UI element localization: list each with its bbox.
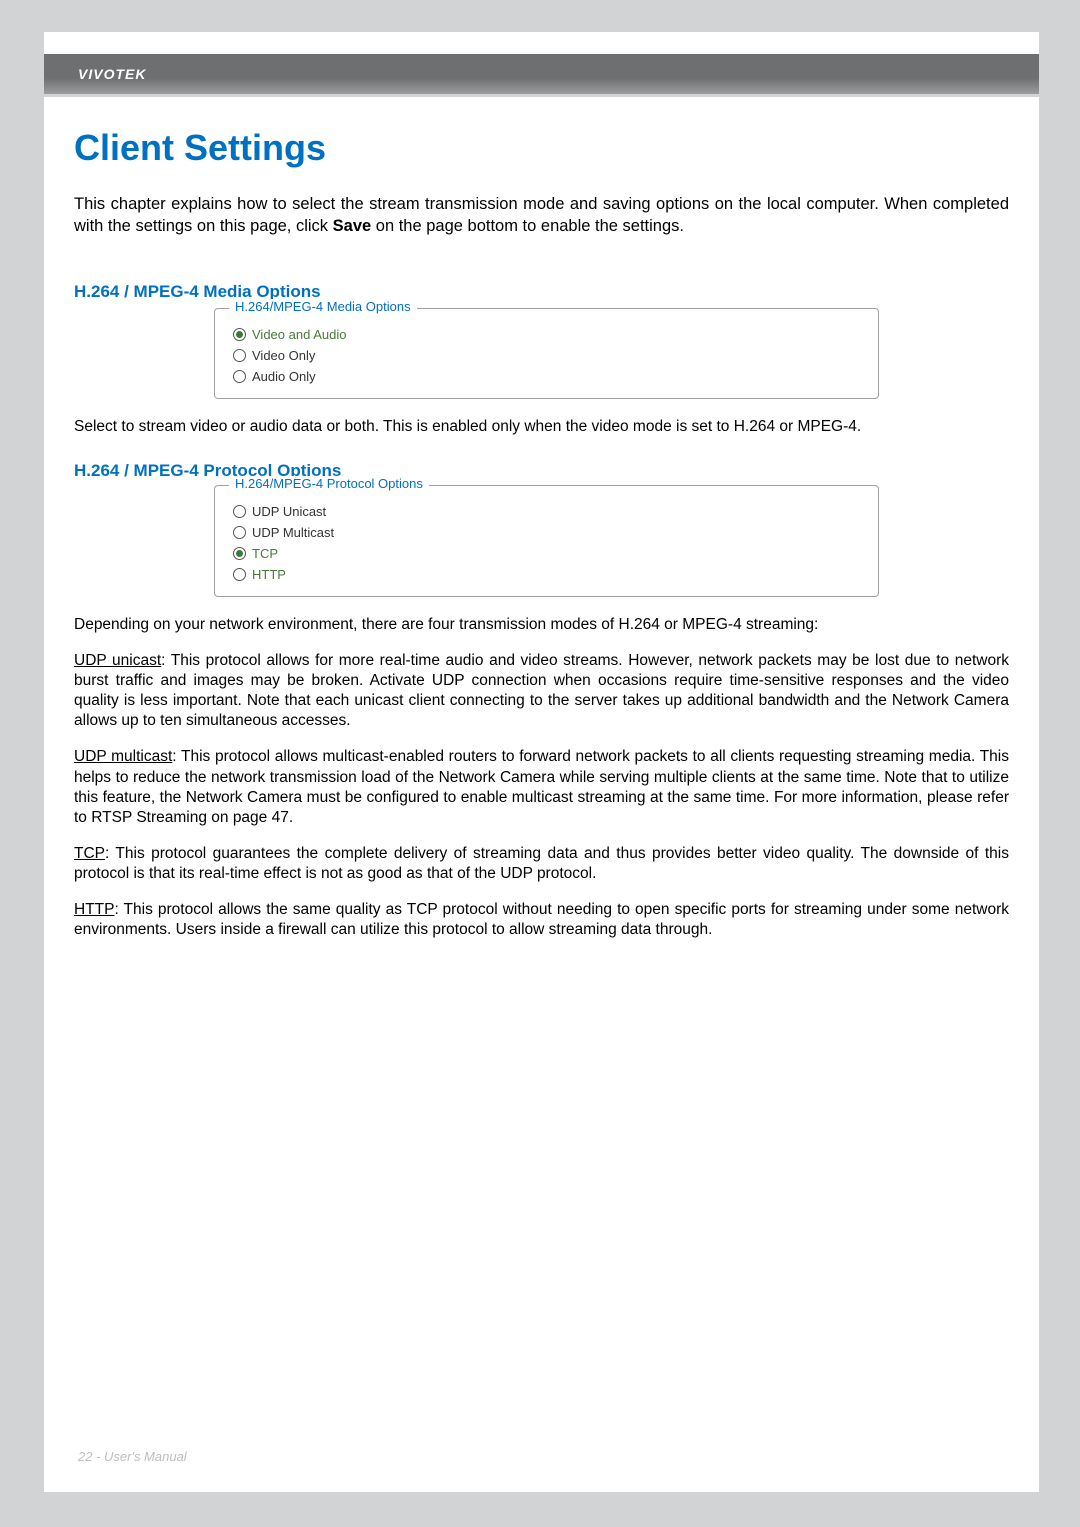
radio-icon xyxy=(233,505,246,518)
radio-udp-unicast[interactable]: UDP Unicast xyxy=(233,504,860,519)
radio-audio-only[interactable]: Audio Only xyxy=(233,369,860,384)
radio-label: Audio Only xyxy=(252,369,316,384)
page-title: Client Settings xyxy=(74,127,1009,169)
intro-bold: Save xyxy=(333,217,372,235)
tcp-paragraph: TCP: This protocol guarantees the comple… xyxy=(74,844,1009,884)
protocol-section-title: H.264 / MPEG-4 Protocol Options xyxy=(74,461,1009,481)
udp-unicast-text: : This protocol allows for more real-tim… xyxy=(74,652,1009,729)
radio-label: TCP xyxy=(252,546,278,561)
radio-label: Video and Audio xyxy=(252,327,346,342)
radio-icon xyxy=(233,568,246,581)
media-section-title: H.264 / MPEG-4 Media Options xyxy=(74,282,1009,302)
radio-icon xyxy=(233,328,246,341)
radio-udp-multicast[interactable]: UDP Multicast xyxy=(233,525,860,540)
radio-label: UDP Multicast xyxy=(252,525,334,540)
media-options-fieldset: H.264/MPEG-4 Media Options Video and Aud… xyxy=(214,308,879,399)
header-brand: VIVOTEK xyxy=(78,66,146,82)
page-footer: 22 - User's Manual xyxy=(78,1449,187,1464)
document-page: VIVOTEK Client Settings This chapter exp… xyxy=(44,32,1039,1492)
radio-icon xyxy=(233,370,246,383)
intro-after: on the page bottom to enable the setting… xyxy=(371,217,684,235)
radio-label: UDP Unicast xyxy=(252,504,326,519)
radio-http[interactable]: HTTP xyxy=(233,567,860,582)
udp-unicast-paragraph: UDP unicast: This protocol allows for mo… xyxy=(74,651,1009,732)
media-note: Select to stream video or audio data or … xyxy=(74,417,1009,437)
radio-tcp[interactable]: TCP xyxy=(233,546,860,561)
radio-video-only[interactable]: Video Only xyxy=(233,348,860,363)
radio-video-and-audio[interactable]: Video and Audio xyxy=(233,327,860,342)
tcp-text: : This protocol guarantees the complete … xyxy=(74,845,1009,882)
udp-unicast-name: UDP unicast xyxy=(74,652,161,669)
http-text: : This protocol allows the same quality … xyxy=(74,901,1009,938)
tcp-name: TCP xyxy=(74,845,105,862)
protocol-options-legend: H.264/MPEG-4 Protocol Options xyxy=(229,476,429,491)
intro-paragraph: This chapter explains how to select the … xyxy=(74,193,1009,238)
http-paragraph: HTTP: This protocol allows the same qual… xyxy=(74,900,1009,940)
udp-multicast-paragraph: UDP multicast: This protocol allows mult… xyxy=(74,747,1009,828)
radio-label: HTTP xyxy=(252,567,286,582)
http-name: HTTP xyxy=(74,901,114,918)
radio-icon xyxy=(233,547,246,560)
protocol-options-fieldset: H.264/MPEG-4 Protocol Options UDP Unicas… xyxy=(214,485,879,597)
header-bar: VIVOTEK xyxy=(44,54,1039,94)
protocol-intro: Depending on your network environment, t… xyxy=(74,615,1009,635)
udp-multicast-text: : This protocol allows multicast-enabled… xyxy=(74,748,1009,825)
header-divider xyxy=(44,94,1039,97)
radio-label: Video Only xyxy=(252,348,315,363)
radio-icon xyxy=(233,349,246,362)
radio-icon xyxy=(233,526,246,539)
udp-multicast-name: UDP multicast xyxy=(74,748,172,765)
content-area: Client Settings This chapter explains ho… xyxy=(74,127,1009,957)
media-options-legend: H.264/MPEG-4 Media Options xyxy=(229,299,417,314)
